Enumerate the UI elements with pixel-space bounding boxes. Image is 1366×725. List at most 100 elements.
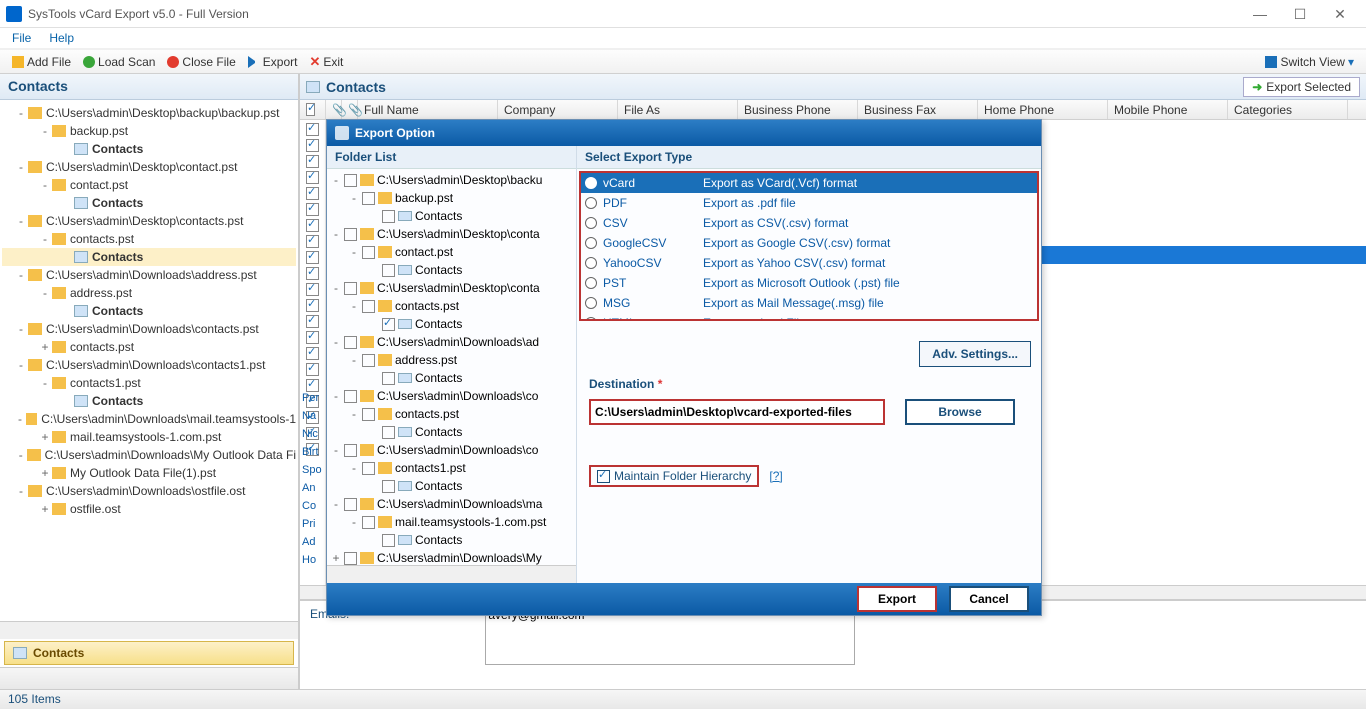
dialog-tree-node[interactable]: -contact.pst: [329, 243, 574, 261]
folder-tree[interactable]: -C:\Users\admin\Desktop\backup\backup.ps…: [0, 100, 298, 621]
export-type-list[interactable]: vCardExport as VCard(.Vcf) formatPDFExpo…: [579, 171, 1039, 321]
dialog-tree-node[interactable]: -contacts.pst: [329, 405, 574, 423]
row-checkbox[interactable]: [306, 139, 319, 152]
tree-node[interactable]: -C:\Users\admin\Desktop\backup\backup.ps…: [2, 104, 296, 122]
export-type-option[interactable]: PSTExport as Microsoft Outlook (.pst) fi…: [581, 273, 1037, 293]
h-scrollbar[interactable]: [0, 621, 298, 639]
row-checkbox[interactable]: [306, 283, 319, 296]
dialog-tree-node[interactable]: -C:\Users\admin\Desktop\backu: [329, 171, 574, 189]
switch-view-button[interactable]: Switch View ▾: [1259, 55, 1360, 69]
tree-node[interactable]: -C:\Users\admin\Desktop\contact.pst: [2, 158, 296, 176]
col-header[interactable]: File As: [618, 100, 738, 119]
row-checkbox[interactable]: [306, 187, 319, 200]
dialog-tree-node[interactable]: Contacts: [329, 531, 574, 549]
dialog-tree-node[interactable]: -contacts1.pst: [329, 459, 574, 477]
dialog-tree-node[interactable]: +C:\Users\admin\Downloads\My: [329, 549, 574, 565]
maximize-button[interactable]: ☐: [1280, 2, 1320, 26]
dialog-tree-node[interactable]: -C:\Users\admin\Downloads\co: [329, 441, 574, 459]
export-type-option[interactable]: YahooCSVExport as Yahoo CSV(.csv) format: [581, 253, 1037, 273]
row-checkbox[interactable]: [306, 347, 319, 360]
maintain-hierarchy-checkbox[interactable]: Maintain Folder Hierarchy: [589, 465, 759, 487]
dialog-tree-scrollbar[interactable]: [327, 565, 576, 583]
row-checkbox[interactable]: [306, 203, 319, 216]
dialog-tree-node[interactable]: Contacts: [329, 315, 574, 333]
col-header[interactable]: Business Fax: [858, 100, 978, 119]
tree-node[interactable]: -C:\Users\admin\Downloads\ostfile.ost: [2, 482, 296, 500]
help-link[interactable]: [?]: [769, 469, 782, 483]
export-button[interactable]: Export: [242, 55, 304, 69]
dialog-tree-node[interactable]: -backup.pst: [329, 189, 574, 207]
export-type-option[interactable]: vCardExport as VCard(.Vcf) format: [581, 173, 1037, 193]
tree-node[interactable]: Contacts: [2, 392, 296, 410]
dialog-tree-node[interactable]: Contacts: [329, 477, 574, 495]
dialog-folder-tree[interactable]: -C:\Users\admin\Desktop\backu-backup.pst…: [327, 169, 576, 565]
tree-node[interactable]: Contacts: [2, 194, 296, 212]
exit-button[interactable]: ✕Exit: [303, 54, 349, 70]
select-all-checkbox[interactable]: [306, 103, 315, 116]
row-checkbox[interactable]: [306, 123, 319, 136]
col-header[interactable]: Home Phone: [978, 100, 1108, 119]
dialog-tree-node[interactable]: -C:\Users\admin\Downloads\ad: [329, 333, 574, 351]
load-scan-button[interactable]: Load Scan: [77, 55, 161, 69]
nav-contacts[interactable]: Contacts: [4, 641, 294, 665]
tree-node[interactable]: -contacts1.pst: [2, 374, 296, 392]
dialog-cancel-button[interactable]: Cancel: [949, 586, 1029, 612]
adv-settings-button[interactable]: Adv. Settings...: [919, 341, 1031, 367]
add-file-button[interactable]: Add File: [6, 55, 77, 69]
dialog-tree-node[interactable]: -C:\Users\admin\Desktop\conta: [329, 279, 574, 297]
dialog-tree-node[interactable]: Contacts: [329, 261, 574, 279]
dialog-tree-node[interactable]: -C:\Users\admin\Desktop\conta: [329, 225, 574, 243]
dialog-tree-node[interactable]: -C:\Users\admin\Downloads\co: [329, 387, 574, 405]
tree-node[interactable]: -backup.pst: [2, 122, 296, 140]
export-type-option[interactable]: GoogleCSVExport as Google CSV(.csv) form…: [581, 233, 1037, 253]
tree-node[interactable]: -C:\Users\admin\Downloads\mail.teamsysto…: [2, 410, 296, 428]
destination-input[interactable]: [589, 399, 885, 425]
export-type-option[interactable]: PDFExport as .pdf file: [581, 193, 1037, 213]
row-checkbox[interactable]: [306, 331, 319, 344]
browse-button[interactable]: Browse: [905, 399, 1015, 425]
dialog-tree-node[interactable]: -contacts.pst: [329, 297, 574, 315]
dialog-tree-node[interactable]: -address.pst: [329, 351, 574, 369]
col-header[interactable]: Full Name: [358, 100, 498, 119]
row-checkbox[interactable]: [306, 235, 319, 248]
tree-node[interactable]: +My Outlook Data File(1).pst: [2, 464, 296, 482]
row-checkbox[interactable]: [306, 363, 319, 376]
tree-node[interactable]: +mail.teamsystools-1.com.pst: [2, 428, 296, 446]
row-checkbox[interactable]: [306, 219, 319, 232]
tree-node[interactable]: +contacts.pst: [2, 338, 296, 356]
dialog-tree-node[interactable]: Contacts: [329, 207, 574, 225]
col-header[interactable]: Company: [498, 100, 618, 119]
tree-node[interactable]: -contact.pst: [2, 176, 296, 194]
dialog-tree-node[interactable]: -mail.teamsystools-1.com.pst: [329, 513, 574, 531]
row-checkbox[interactable]: [306, 315, 319, 328]
tree-node[interactable]: -address.pst: [2, 284, 296, 302]
dialog-tree-node[interactable]: Contacts: [329, 369, 574, 387]
col-header[interactable]: Business Phone: [738, 100, 858, 119]
export-type-option[interactable]: MSGExport as Mail Message(.msg) file: [581, 293, 1037, 313]
row-checkbox[interactable]: [306, 251, 319, 264]
dialog-tree-node[interactable]: Contacts: [329, 423, 574, 441]
tree-node[interactable]: Contacts: [2, 140, 296, 158]
tree-node[interactable]: -C:\Users\admin\Downloads\contacts.pst: [2, 320, 296, 338]
export-selected-button[interactable]: ➜ Export Selected: [1243, 77, 1360, 97]
tree-node[interactable]: -C:\Users\admin\Downloads\address.pst: [2, 266, 296, 284]
row-checkbox[interactable]: [306, 379, 319, 392]
row-checkbox[interactable]: [306, 267, 319, 280]
tree-node[interactable]: Contacts: [2, 302, 296, 320]
dialog-tree-node[interactable]: -C:\Users\admin\Downloads\ma: [329, 495, 574, 513]
tree-node[interactable]: -C:\Users\admin\Downloads\contacts1.pst: [2, 356, 296, 374]
col-header[interactable]: Categories: [1228, 100, 1348, 119]
close-button[interactable]: ✕: [1320, 2, 1360, 26]
dialog-export-button[interactable]: Export: [857, 586, 937, 612]
row-checkbox[interactable]: [306, 155, 319, 168]
menu-file[interactable]: File: [12, 31, 31, 45]
menu-help[interactable]: Help: [49, 31, 74, 45]
tree-node[interactable]: +ostfile.ost: [2, 500, 296, 518]
close-file-button[interactable]: Close File: [161, 55, 241, 69]
row-checkbox[interactable]: [306, 171, 319, 184]
minimize-button[interactable]: —: [1240, 2, 1280, 26]
tree-node[interactable]: -C:\Users\admin\Downloads\My Outlook Dat…: [2, 446, 296, 464]
export-type-option[interactable]: CSVExport as CSV(.csv) format: [581, 213, 1037, 233]
tree-node[interactable]: -contacts.pst: [2, 230, 296, 248]
export-type-option[interactable]: HTMLExport as .html File: [581, 313, 1037, 321]
